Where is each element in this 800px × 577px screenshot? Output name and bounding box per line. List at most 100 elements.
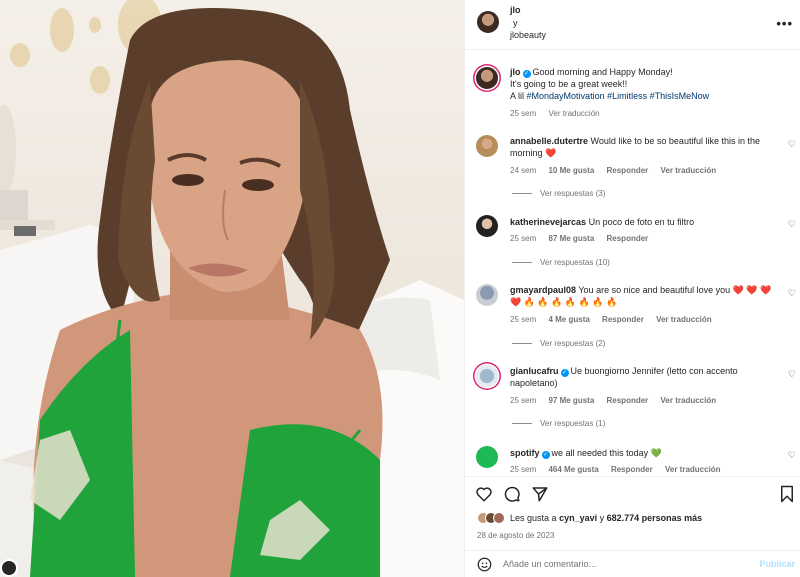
view-replies[interactable]: Ver respuestas (1) xyxy=(512,419,605,428)
likes-joiner: y xyxy=(599,513,605,523)
comment-time[interactable]: 25 sem xyxy=(510,396,536,405)
reply-button[interactable]: Responder xyxy=(607,166,649,175)
caption-line1: Good morning and Happy Monday! xyxy=(532,67,673,77)
replies-divider xyxy=(512,262,532,264)
reply-button[interactable]: Responder xyxy=(607,234,649,243)
like-comment-heart-icon[interactable]: ♡ xyxy=(788,139,796,150)
comment-bubble-icon[interactable] xyxy=(503,485,521,503)
view-replies-label[interactable]: Ver respuestas (2) xyxy=(540,339,605,348)
hashtag-link[interactable]: #Limitless xyxy=(607,91,647,101)
verified-badge-icon: ✓ xyxy=(541,451,550,459)
comment-likes[interactable]: 97 Me gusta xyxy=(548,396,594,405)
post-date[interactable]: 28 de agosto de 2023 xyxy=(477,531,554,540)
liker-username[interactable]: cyn_yavi xyxy=(559,513,597,523)
post-actions: Les gusta a cyn_yavi y 682.774 personas … xyxy=(465,476,800,548)
hashtag-link[interactable]: #MondayMotivation xyxy=(527,91,605,101)
like-comment-heart-icon[interactable]: ♡ xyxy=(788,369,796,380)
comment-text: gianlucafru ✓ Ue buongiorno Jennifer (lett… xyxy=(510,365,778,389)
translate-link[interactable]: Ver traducción xyxy=(661,166,717,175)
likes-summary[interactable]: Les gusta a cyn_yavi y 682.774 personas … xyxy=(477,511,702,525)
owner-username[interactable]: jlo xyxy=(510,5,521,15)
comment-body: Un poco de foto en tu filtro xyxy=(588,217,695,227)
comment-username[interactable]: gianlucafru xyxy=(510,366,559,376)
comment-likes[interactable]: 10 Me gusta xyxy=(548,166,594,175)
comment-meta: 25 sem 97 Me gusta Responder Ver traducc… xyxy=(510,396,726,405)
spotify-avatar-icon[interactable] xyxy=(476,446,498,468)
caption-username[interactable]: jlo xyxy=(510,67,521,77)
comment-time[interactable]: 25 sem xyxy=(510,315,536,324)
reply-button[interactable]: Responder xyxy=(611,465,653,474)
share-paper-plane-icon[interactable] xyxy=(531,485,549,503)
comment-text: annabelle.dutertre Would like to be so b… xyxy=(510,135,778,159)
view-replies[interactable]: Ver respuestas (10) xyxy=(512,258,610,267)
comment-text: katherinevejarcas Un poco de foto en tu … xyxy=(510,216,778,228)
reply-button[interactable]: Responder xyxy=(602,315,644,324)
comment-username[interactable]: annabelle.dutertre xyxy=(510,136,588,146)
commenter-avatar[interactable] xyxy=(476,365,498,387)
commenter-avatar[interactable] xyxy=(476,215,498,237)
comment-meta: 25 sem 4 Me gusta Responder Ver traducci… xyxy=(510,315,722,324)
comment-body: we all needed this today 💚 xyxy=(551,448,662,458)
verified-badge-icon: ✓ xyxy=(560,369,569,377)
collaborator-username[interactable]: jlobeauty xyxy=(510,30,546,40)
hashtag-link[interactable]: #ThisIsMeNow xyxy=(650,91,710,101)
view-replies-label[interactable]: Ver respuestas (10) xyxy=(540,258,610,267)
like-comment-heart-icon[interactable]: ♡ xyxy=(788,288,796,299)
likes-prefix: Les gusta a xyxy=(510,513,557,523)
translate-link[interactable]: Ver traducción xyxy=(665,465,721,474)
caption-line3-prefix: A lil xyxy=(510,91,525,101)
view-replies-label[interactable]: Ver respuestas (3) xyxy=(540,189,605,198)
comment-time[interactable]: 24 sem xyxy=(510,166,536,175)
liker-avatar xyxy=(493,512,505,524)
like-heart-icon[interactable] xyxy=(475,485,493,503)
caption-avatar[interactable] xyxy=(476,67,498,89)
comment-username[interactable]: katherinevejarcas xyxy=(510,217,586,227)
comment-likes[interactable]: 4 Me gusta xyxy=(548,315,589,324)
owner-avatar[interactable] xyxy=(477,11,499,33)
like-comment-heart-icon[interactable]: ♡ xyxy=(788,219,796,230)
caption-line2: It's going to be a great week!! xyxy=(510,79,628,89)
like-comment-heart-icon[interactable]: ♡ xyxy=(788,450,796,461)
comment-username[interactable]: spotify xyxy=(510,448,540,458)
reply-button[interactable]: Responder xyxy=(607,396,649,405)
translate-link[interactable]: Ver traducción xyxy=(548,109,599,118)
view-replies[interactable]: Ver respuestas (2) xyxy=(512,339,605,348)
replies-divider xyxy=(512,193,532,195)
save-bookmark-icon[interactable] xyxy=(779,485,795,503)
publish-button[interactable]: Publicar xyxy=(759,559,795,569)
collab-conjunction: y xyxy=(513,18,518,28)
translate-link[interactable]: Ver traducción xyxy=(661,396,717,405)
user-tag-icon[interactable] xyxy=(0,559,18,577)
comment-text: spotify ✓ we all needed this today 💚 xyxy=(510,447,778,459)
commenter-avatar[interactable] xyxy=(476,135,498,157)
comment-likes[interactable]: 464 Me gusta xyxy=(548,465,598,474)
translate-link[interactable]: Ver traducción xyxy=(656,315,712,324)
post-header: jlo y jlobeauty ••• xyxy=(465,0,800,50)
post-photo[interactable] xyxy=(0,0,464,577)
caption-meta: 25 sem Ver traducción xyxy=(510,109,610,118)
comment-meta: 25 sem 464 Me gusta Responder Ver traduc… xyxy=(510,465,731,474)
likes-count[interactable]: 682.774 personas más xyxy=(607,513,703,523)
comments-list[interactable]: jlo ✓ Good morning and Happy Monday! It's … xyxy=(465,51,800,476)
replies-divider xyxy=(512,423,532,425)
comment-time[interactable]: 25 sem xyxy=(510,234,536,243)
post-side-panel: jlo y jlobeauty ••• jlo ✓ Good morning and… xyxy=(464,0,800,577)
comment-meta: 25 sem 87 Me gusta Responder xyxy=(510,234,658,243)
comment-time[interactable]: 25 sem xyxy=(510,465,536,474)
commenter-avatar[interactable] xyxy=(476,284,498,306)
view-replies[interactable]: Ver respuestas (3) xyxy=(512,189,605,198)
comment-meta: 24 sem 10 Me gusta Responder Ver traducc… xyxy=(510,166,726,175)
caption-time[interactable]: 25 sem xyxy=(510,109,536,118)
comment-likes[interactable]: 87 Me gusta xyxy=(548,234,594,243)
add-comment-bar: Publicar xyxy=(465,550,800,577)
verified-badge-icon: ✓ xyxy=(522,70,531,78)
comment-input[interactable] xyxy=(503,559,743,569)
selfie-illustration xyxy=(0,0,464,577)
comment-text: gmayardpaul08 You are so nice and beauti… xyxy=(510,284,778,308)
emoji-smiley-icon[interactable] xyxy=(477,557,492,572)
replies-divider xyxy=(512,343,532,345)
view-replies-label[interactable]: Ver respuestas (1) xyxy=(540,419,605,428)
more-horizontal-icon[interactable]: ••• xyxy=(776,16,793,31)
likes-text: Les gusta a cyn_yavi y 682.774 personas … xyxy=(510,513,702,523)
comment-username[interactable]: gmayardpaul08 xyxy=(510,285,576,295)
